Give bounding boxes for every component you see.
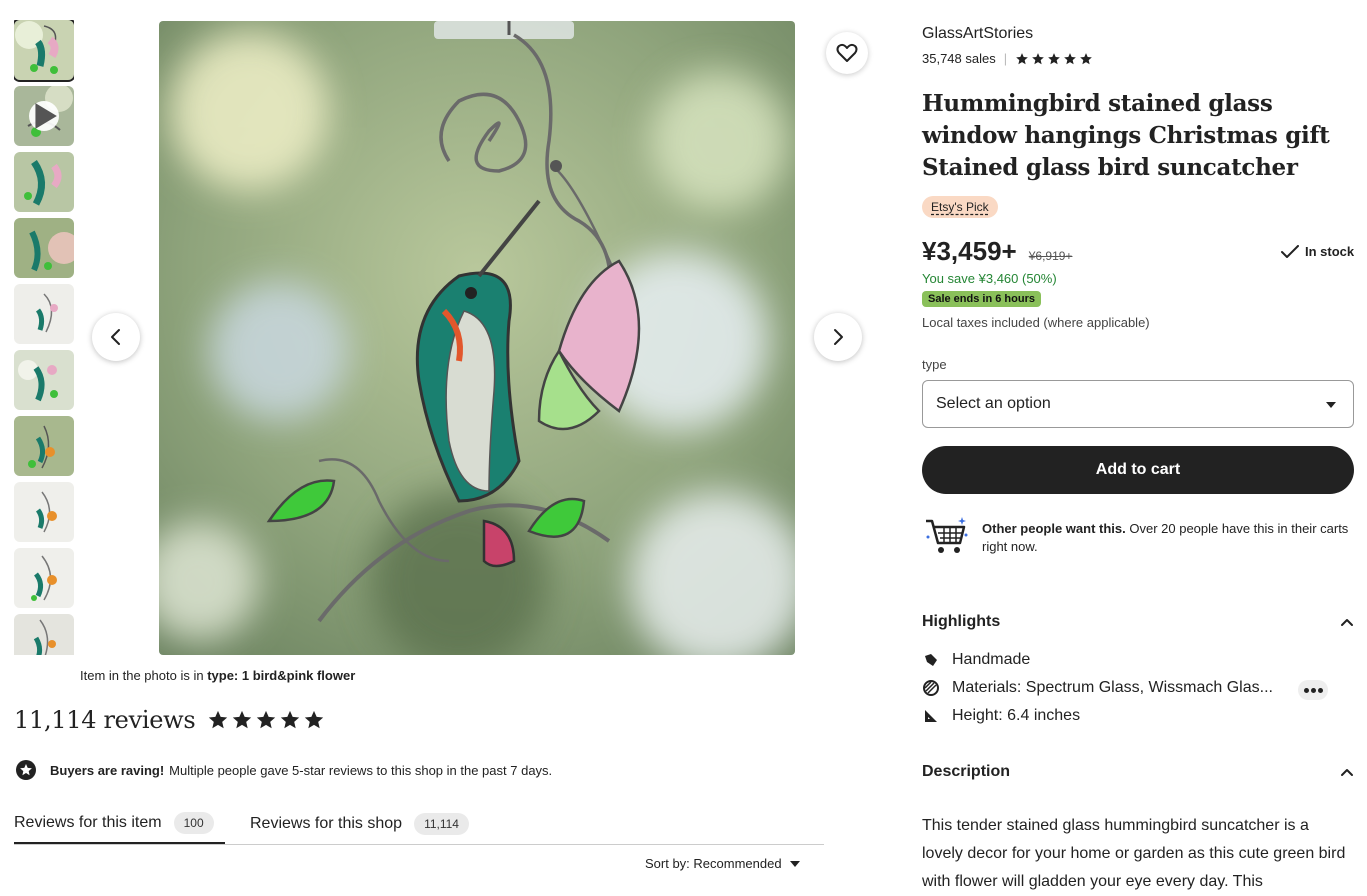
type-select[interactable]: Select an option <box>922 380 1354 428</box>
play-icon <box>29 101 59 131</box>
thumbnail-4[interactable] <box>14 218 74 278</box>
chevron-left-icon <box>111 329 120 345</box>
taxes-note: Local taxes included (where applicable) <box>922 315 1150 330</box>
highlight-materials: Materials: Spectrum Glass, Wissmach Glas… <box>922 679 1273 697</box>
demand-notice: Other people want this. Over 20 people h… <box>922 513 1354 559</box>
current-price: ¥3,459+ <box>922 236 1017 266</box>
thumbnail-10[interactable] <box>14 614 74 655</box>
star-icon <box>1080 52 1092 64</box>
highlight-height: Height: 6.4 inches <box>922 707 1080 725</box>
sale-ends-badge: Sale ends in 6 hours <box>922 291 1041 307</box>
thumbnail-5[interactable] <box>14 284 74 344</box>
thumbnail-7[interactable] <box>14 416 74 476</box>
thumbnail-video[interactable] <box>14 86 74 146</box>
tab-count-badge: 11,114 <box>414 812 469 835</box>
dot-icon <box>1303 687 1309 693</box>
tab-label: Reviews for this item <box>14 813 162 831</box>
chevron-up-icon <box>1341 619 1353 626</box>
highlight-handmade: Handmade <box>922 651 1030 669</box>
tab-reviews-item[interactable]: Reviews for this item 100 <box>14 803 225 844</box>
savings-text: You save ¥3,460 (50%) <box>922 271 1057 286</box>
shopping-cart-icon <box>926 517 968 553</box>
thumbnail-6[interactable] <box>14 350 74 410</box>
stock-label: In stock <box>1305 244 1355 259</box>
demand-text: Other people want this. Over 20 people h… <box>982 513 1354 559</box>
favorite-button[interactable] <box>826 32 868 74</box>
review-tabs: Reviews for this item 100 Reviews for th… <box>14 803 824 845</box>
caret-down-icon <box>1326 402 1336 408</box>
shop-sales: 35,748 sales <box>922 51 996 66</box>
more-materials-button[interactable] <box>1298 680 1328 700</box>
heart-icon <box>836 43 858 62</box>
raving-title: Buyers are raving! <box>50 762 165 778</box>
star-badge-icon <box>14 758 38 782</box>
divider: | <box>1003 51 1008 66</box>
add-to-cart-button[interactable]: Add to cart <box>922 446 1354 494</box>
select-value: Select an option <box>936 395 1051 412</box>
ruler-icon <box>922 707 940 725</box>
thumbnail-9[interactable] <box>14 548 74 608</box>
reviews-count: 11,114 reviews <box>14 706 196 734</box>
star-icon <box>1048 52 1060 64</box>
hand-icon <box>922 651 940 669</box>
demand-bold: Other people want this. <box>982 521 1126 536</box>
highlights-toggle[interactable]: Highlights <box>922 613 1354 631</box>
tab-label: Reviews for this shop <box>250 814 403 832</box>
option-label: type <box>922 357 947 372</box>
dot-icon <box>1317 687 1323 693</box>
star-icon <box>209 710 228 729</box>
star-icon <box>257 710 276 729</box>
stock-status: In stock <box>1281 244 1354 259</box>
image-caption: Item in the photo is in type: 1 bird&pin… <box>80 668 355 683</box>
reviews-rating-stars <box>207 709 325 731</box>
star-icon <box>1032 52 1044 64</box>
chevron-up-icon <box>1341 769 1353 776</box>
next-image-button[interactable] <box>814 313 862 361</box>
caption-prefix: Item in the photo is in <box>80 668 208 683</box>
highlight-label: Height: 6.4 inches <box>952 707 1081 724</box>
highlight-label: Materials: Spectrum Glass, Wissmach Glas… <box>952 679 1273 696</box>
reviews-header: 11,114 reviews <box>14 706 325 734</box>
shop-rating-stars[interactable] <box>1015 52 1093 66</box>
thumbnail-8[interactable] <box>14 482 74 542</box>
thumbnail-1[interactable] <box>14 20 74 82</box>
main-product-image <box>159 21 795 655</box>
shop-meta: 35,748 sales | <box>922 51 1093 66</box>
buyers-raving-banner: Buyers are raving! Multiple people gave … <box>14 758 552 782</box>
shop-name-link[interactable]: GlassArtStories <box>922 25 1033 43</box>
tab-count-badge: 100 <box>173 811 214 834</box>
star-icon <box>1064 52 1076 64</box>
star-icon <box>305 710 324 729</box>
previous-image-button[interactable] <box>92 313 140 361</box>
sort-dropdown[interactable]: Sort by: Recommended <box>645 856 800 871</box>
star-icon <box>281 710 300 729</box>
description-text: This tender stained glass hummingbird su… <box>922 817 1346 890</box>
listing-title: Hummingbird stained glass window hanging… <box>922 90 1330 181</box>
description-toggle[interactable]: Description <box>922 763 1354 781</box>
description-heading: Description <box>922 763 1011 780</box>
etsys-pick-badge[interactable]: Etsy's Pick <box>922 196 998 218</box>
star-icon <box>1016 52 1028 64</box>
thumbnail-3[interactable] <box>14 152 74 212</box>
checkmark-icon <box>1281 244 1299 258</box>
caption-value: type: 1 bird&pink flower <box>207 668 356 683</box>
dot-icon <box>1310 687 1316 693</box>
tab-reviews-shop[interactable]: Reviews for this shop 11,114 <box>250 803 469 844</box>
sort-label: Sort by: Recommended <box>645 856 782 871</box>
materials-icon <box>922 679 940 697</box>
thumbnail-strip <box>14 20 74 655</box>
original-price: ¥6,919+ <box>1028 249 1073 263</box>
raving-text: Multiple people gave 5-star reviews to t… <box>169 762 553 778</box>
chevron-right-icon <box>834 329 843 345</box>
highlight-label: Handmade <box>952 651 1031 668</box>
price-row: ¥3,459+ ¥6,919+ <box>922 236 1072 267</box>
highlights-heading: Highlights <box>922 613 1001 630</box>
caret-down-icon <box>789 860 800 867</box>
star-icon <box>233 710 252 729</box>
